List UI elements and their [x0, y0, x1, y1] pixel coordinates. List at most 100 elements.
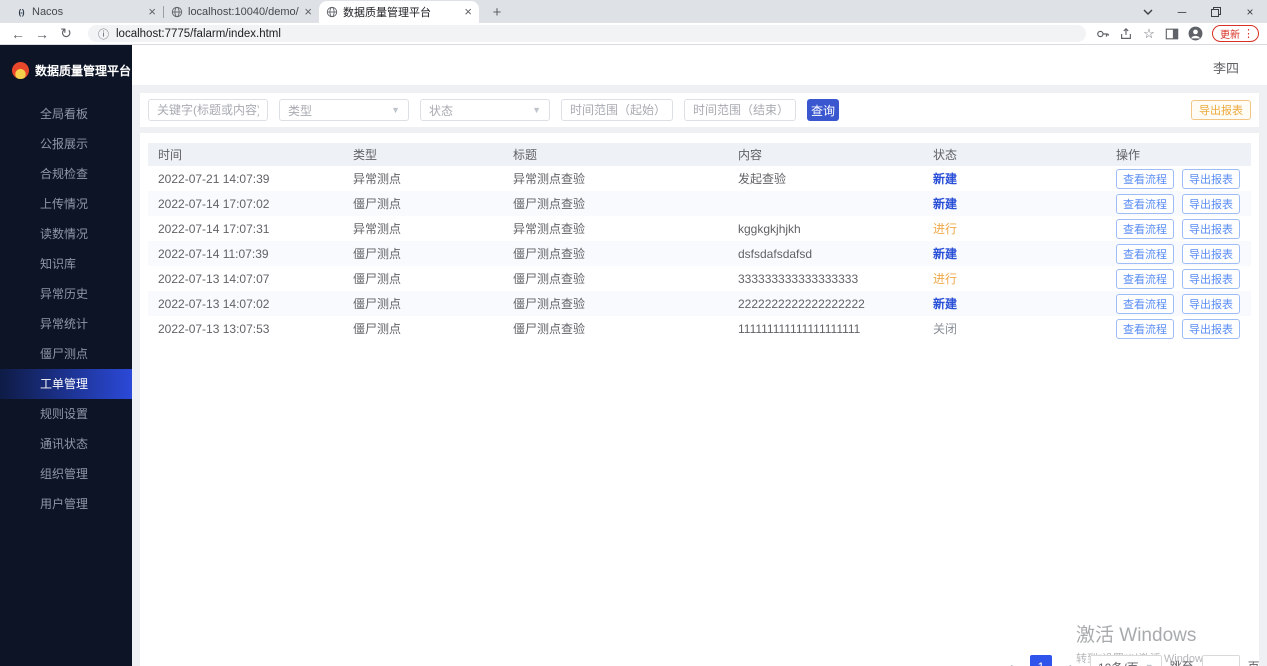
- minimize-button[interactable]: ─: [1165, 0, 1199, 23]
- search-button[interactable]: 查询: [807, 99, 839, 121]
- close-button[interactable]: ×: [1233, 0, 1267, 23]
- view-flow-button[interactable]: 查看流程: [1116, 294, 1174, 314]
- column-header-action: 操作: [1116, 146, 1251, 163]
- page-size-value: 10条/页: [1098, 659, 1139, 666]
- cell-content: 333333333333333333: [728, 272, 923, 286]
- view-flow-button[interactable]: 查看流程: [1116, 194, 1174, 214]
- update-button[interactable]: 更新 ⋮: [1212, 25, 1259, 42]
- cell-actions: 查看流程导出报表: [1116, 169, 1251, 189]
- keyword-input[interactable]: [148, 99, 268, 121]
- profile-avatar-icon[interactable]: [1186, 25, 1204, 43]
- new-tab-button[interactable]: +: [485, 1, 509, 23]
- toolbar-right: ☆ 更新 ⋮: [1094, 25, 1259, 43]
- sidebar-item[interactable]: 合规检查: [0, 159, 132, 189]
- tab-data-quality-platform[interactable]: 数据质量管理平台 ×: [319, 1, 479, 23]
- sidebar-item[interactable]: 读数情况: [0, 219, 132, 249]
- sidebar-item[interactable]: 用户管理: [0, 489, 132, 519]
- view-flow-button[interactable]: 查看流程: [1116, 244, 1174, 264]
- column-header-time: 时间: [148, 146, 343, 163]
- table-row: 2022-07-13 13:07:53僵尸测点僵尸测点查验11111111111…: [148, 316, 1251, 341]
- tab-nacos[interactable]: (-) Nacos ×: [8, 1, 163, 23]
- bookmark-star-icon[interactable]: ☆: [1140, 25, 1158, 43]
- cell-content: 2222222222222222222: [728, 297, 923, 311]
- view-flow-button[interactable]: 查看流程: [1116, 269, 1174, 289]
- sidebar-item[interactable]: 知识库: [0, 249, 132, 279]
- nacos-favicon-icon: (-): [15, 6, 27, 18]
- address-bar[interactable]: ⓘ localhost:7775/falarm/index.html: [88, 25, 1086, 42]
- tab-close-icon[interactable]: ×: [148, 7, 156, 17]
- sidebar-item[interactable]: 公报展示: [0, 129, 132, 159]
- sidebar-item[interactable]: 异常统计: [0, 309, 132, 339]
- info-icon[interactable]: ⓘ: [98, 26, 109, 42]
- password-key-icon[interactable]: [1094, 25, 1112, 43]
- cell-type: 僵尸测点: [343, 320, 503, 337]
- cell-actions: 查看流程导出报表: [1116, 244, 1251, 264]
- tab-localhost-demo[interactable]: localhost:10040/demo/psjdbc ×: [164, 1, 319, 23]
- sidebar-item[interactable]: 上传情况: [0, 189, 132, 219]
- table-row: 2022-07-14 17:07:31异常测点异常测点查验kggkgkjhjkh…: [148, 216, 1251, 241]
- side-panel-icon[interactable]: [1163, 25, 1181, 43]
- user-name[interactable]: 李四: [1213, 58, 1239, 77]
- cell-type: 僵尸测点: [343, 270, 503, 287]
- jump-prefix-label: 跳至: [1170, 655, 1194, 666]
- export-report-row-button[interactable]: 导出报表: [1182, 219, 1240, 239]
- sidebar-item[interactable]: 组织管理: [0, 459, 132, 489]
- view-flow-button[interactable]: 查看流程: [1116, 319, 1174, 339]
- cell-type: 僵尸测点: [343, 245, 503, 262]
- prev-page-button[interactable]: ‹: [1000, 655, 1022, 666]
- export-report-button[interactable]: 导出报表: [1191, 100, 1251, 120]
- jump-page-input[interactable]: [1202, 655, 1240, 666]
- export-report-row-button[interactable]: 导出报表: [1182, 294, 1240, 314]
- cell-actions: 查看流程导出报表: [1116, 294, 1251, 314]
- tab-search-chevron-icon[interactable]: [1131, 0, 1165, 23]
- status-badge: 进行: [923, 270, 1116, 287]
- brand: 数据质量管理平台: [0, 45, 132, 93]
- sidebar-item[interactable]: 僵尸测点: [0, 339, 132, 369]
- export-report-row-button[interactable]: 导出报表: [1182, 269, 1240, 289]
- status-select[interactable]: 状态 ▼: [420, 99, 550, 121]
- tab-close-icon[interactable]: ×: [464, 7, 472, 17]
- update-label: 更新: [1220, 26, 1240, 41]
- export-report-row-button[interactable]: 导出报表: [1182, 244, 1240, 264]
- column-header-status: 状态: [923, 146, 1116, 163]
- tab-close-icon[interactable]: ×: [304, 7, 312, 17]
- forward-icon[interactable]: →: [32, 25, 52, 43]
- type-select[interactable]: 类型 ▼: [279, 99, 409, 121]
- next-page-button[interactable]: ›: [1060, 655, 1082, 666]
- kebab-menu-icon: ⋮: [1243, 27, 1254, 40]
- view-flow-button[interactable]: 查看流程: [1116, 169, 1174, 189]
- app-header: 李四: [132, 45, 1267, 85]
- cell-type: 异常测点: [343, 220, 503, 237]
- end-date-input[interactable]: [684, 99, 796, 121]
- sidebar-item[interactable]: 异常历史: [0, 279, 132, 309]
- sidebar: 数据质量管理平台 全局看板公报展示合规检查上传情况读数情况知识库异常历史异常统计…: [0, 45, 132, 666]
- sidebar-item[interactable]: 规则设置: [0, 399, 132, 429]
- table-row: 2022-07-13 14:07:02僵尸测点僵尸测点查验22222222222…: [148, 291, 1251, 316]
- tab-title: 数据质量管理平台: [343, 4, 459, 20]
- table-row: 2022-07-13 14:07:07僵尸测点僵尸测点查验33333333333…: [148, 266, 1251, 291]
- brand-name: 数据质量管理平台: [35, 62, 131, 79]
- export-report-row-button[interactable]: 导出报表: [1182, 194, 1240, 214]
- table-panel: 时间 类型 标题 内容 状态 操作 2022-07-21 14:07:39异常测…: [140, 133, 1259, 666]
- back-icon[interactable]: ←: [8, 25, 28, 43]
- page-1-button[interactable]: 1: [1030, 655, 1052, 666]
- pagination: ‹ 1 › 10条/页 ▼ 跳至 页: [1000, 655, 1260, 666]
- sidebar-item[interactable]: 通讯状态: [0, 429, 132, 459]
- status-select-placeholder: 状态: [429, 102, 453, 119]
- export-report-row-button[interactable]: 导出报表: [1182, 169, 1240, 189]
- share-icon[interactable]: [1117, 25, 1135, 43]
- cell-type: 僵尸测点: [343, 295, 503, 312]
- main-content: 类型 ▼ 状态 ▼ 查询 导出报表 时间 类型 标题 内容 状态 操作 2022…: [132, 85, 1267, 666]
- export-report-row-button[interactable]: 导出报表: [1182, 319, 1240, 339]
- sidebar-nav: 全局看板公报展示合规检查上传情况读数情况知识库异常历史异常统计僵尸测点工单管理规…: [0, 99, 132, 519]
- start-date-input[interactable]: [561, 99, 673, 121]
- cell-title: 僵尸测点查验: [503, 270, 728, 287]
- view-flow-button[interactable]: 查看流程: [1116, 219, 1174, 239]
- reload-icon[interactable]: ↻: [56, 25, 76, 43]
- sidebar-item[interactable]: 工单管理: [0, 369, 132, 399]
- sidebar-item[interactable]: 全局看板: [0, 99, 132, 129]
- restore-button[interactable]: [1199, 0, 1233, 23]
- brand-logo-icon: [12, 62, 29, 79]
- page-size-select[interactable]: 10条/页 ▼: [1090, 655, 1162, 666]
- url-text: localhost:7775/falarm/index.html: [116, 28, 281, 40]
